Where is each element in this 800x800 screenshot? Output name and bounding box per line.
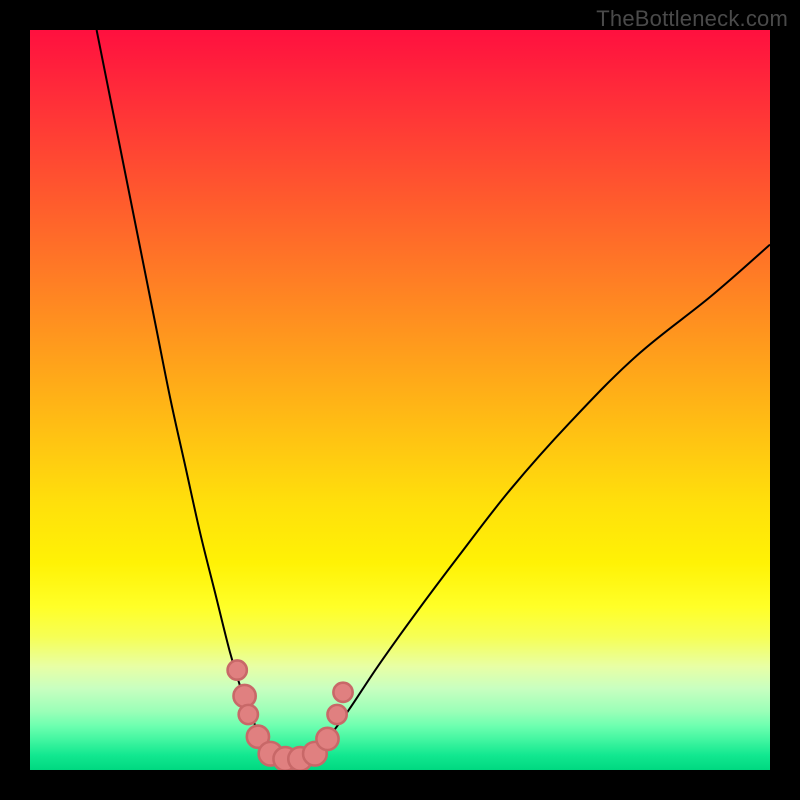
marker-dot [234, 685, 256, 707]
bottleneck-curve [97, 30, 770, 761]
marker-dot [327, 705, 346, 724]
curve-markers [228, 660, 353, 770]
marker-dot [316, 728, 338, 750]
marker-dot [239, 705, 258, 724]
marker-dot [333, 683, 352, 702]
plot-area [30, 30, 770, 770]
chart-svg [30, 30, 770, 770]
frame: TheBottleneck.com [0, 0, 800, 800]
watermark-text: TheBottleneck.com [596, 6, 788, 32]
marker-dot [228, 660, 247, 679]
